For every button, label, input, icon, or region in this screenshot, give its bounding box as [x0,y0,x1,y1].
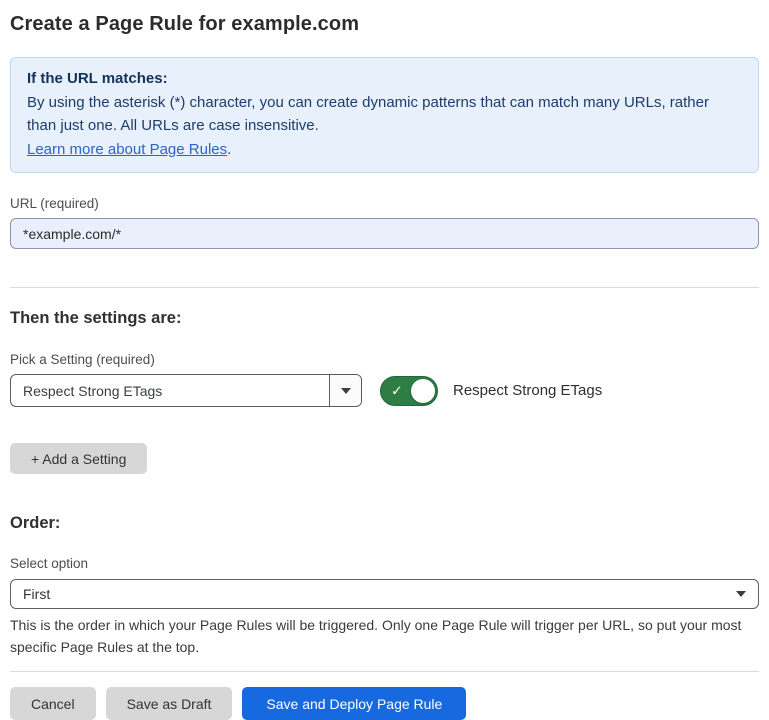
order-help-text: This is the order in which your Page Rul… [10,615,759,658]
url-input[interactable] [10,218,759,249]
info-box-link-line: Learn more about Page Rules. [27,138,742,162]
pick-setting-label: Pick a Setting (required) [10,351,759,368]
footer-divider [10,671,759,672]
chevron-down-icon [736,591,746,597]
toggle-knob [411,379,435,403]
setting-select-arrow-button[interactable] [329,375,361,406]
setting-select-value: Respect Strong ETags [11,375,329,406]
order-select-value: First [23,586,736,602]
toggle-label: Respect Strong ETags [453,382,602,399]
add-setting-button[interactable]: + Add a Setting [10,443,147,474]
info-box-body: By using the asterisk (*) character, you… [27,91,742,138]
setting-select[interactable]: Respect Strong ETags [10,374,362,407]
save-deploy-button[interactable]: Save and Deploy Page Rule [242,687,466,720]
settings-section-heading: Then the settings are: [10,308,759,328]
url-match-info-box: If the URL matches: By using the asteris… [10,57,759,173]
order-select-label: Select option [10,555,759,572]
save-draft-button[interactable]: Save as Draft [106,687,233,720]
etags-toggle[interactable]: ✓ [380,376,438,406]
learn-more-link[interactable]: Learn more about Page Rules [27,141,227,158]
check-icon: ✓ [391,383,403,397]
order-section-heading: Order: [10,513,759,533]
link-period: . [227,141,231,158]
page-title: Create a Page Rule for example.com [10,12,759,36]
url-field-label: URL (required) [10,195,759,212]
footer-actions: Cancel Save as Draft Save and Deploy Pag… [10,687,759,720]
cancel-button[interactable]: Cancel [10,687,96,720]
section-divider-top [10,287,759,288]
setting-row: Respect Strong ETags ✓ Respect Strong ET… [10,374,759,407]
page-rule-form: Create a Page Rule for example.com If th… [0,0,769,720]
order-select[interactable]: First [10,579,759,609]
chevron-down-icon [341,388,351,394]
info-box-heading: If the URL matches: [27,67,742,91]
